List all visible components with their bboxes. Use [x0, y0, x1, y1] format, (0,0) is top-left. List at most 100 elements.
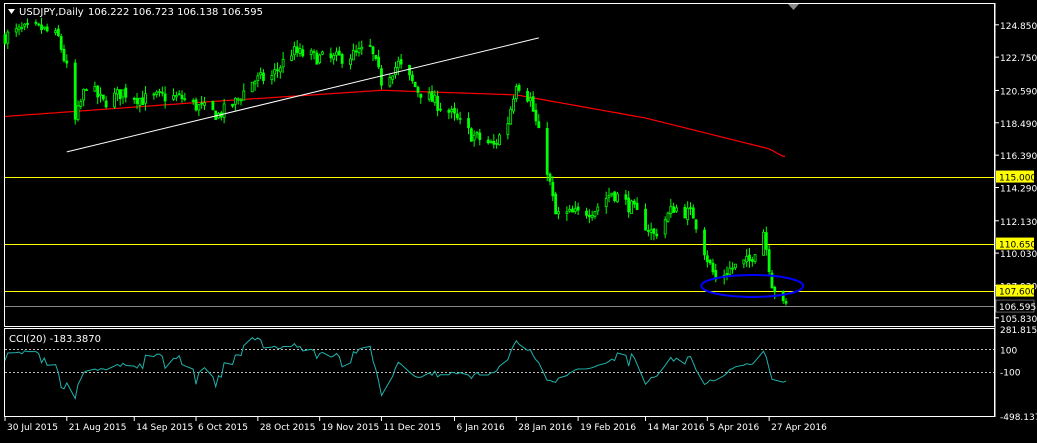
- date-tick-label: 6 Oct 2015: [198, 423, 248, 433]
- candle: [430, 85, 434, 102]
- candle: [99, 87, 102, 103]
- candle: [65, 54, 69, 68]
- candle: [259, 67, 263, 80]
- level-price-tag-label: 115.000: [999, 174, 1036, 184]
- chart-shift-marker-icon[interactable]: [788, 4, 799, 10]
- candle: [121, 89, 125, 104]
- candle: [467, 112, 470, 135]
- candle: [368, 38, 372, 48]
- symbol-menu-arrow-icon[interactable]: [8, 9, 15, 14]
- price-tick-label: 120.590: [1000, 87, 1037, 97]
- candle: [526, 88, 529, 103]
- candle: [138, 97, 142, 113]
- candle: [616, 191, 619, 203]
- candle: [93, 81, 97, 93]
- candle: [646, 224, 650, 237]
- candle: [708, 258, 712, 266]
- candle: [745, 249, 749, 267]
- candle: [666, 211, 670, 223]
- candle: [394, 61, 397, 79]
- price-tick-label: 112.130: [1000, 218, 1037, 228]
- candle: [762, 229, 765, 256]
- candle: [96, 85, 100, 105]
- price-tick-label: 105.830: [1000, 315, 1037, 325]
- candle: [144, 86, 147, 111]
- date-tick-label: 19 Nov 2015: [322, 423, 380, 433]
- candle: [753, 254, 757, 264]
- candle: [197, 104, 201, 117]
- candle: [222, 98, 226, 124]
- candle: [253, 79, 257, 91]
- current-price-tag-label: 106.595: [999, 303, 1036, 313]
- candle: [174, 91, 178, 102]
- candle: [439, 102, 442, 112]
- price-pane-frame: [4, 3, 995, 327]
- candle: [742, 259, 746, 269]
- candle: [557, 206, 560, 220]
- metatrader-chart-window[interactable]: 124.850 122.750 120.590 118.490 116.390 114.2…: [0, 0, 1037, 439]
- candle: [399, 54, 403, 69]
- candle: [517, 83, 521, 93]
- date-tick-label: 28 Jan 2016: [518, 423, 572, 433]
- candle: [672, 202, 676, 213]
- candle: [649, 222, 653, 241]
- support-ellipse[interactable]: [700, 273, 805, 298]
- level-price-tag-label: 110.650: [999, 241, 1036, 251]
- candle: [329, 47, 333, 63]
- level-price-tag-label: 107.600: [999, 288, 1036, 298]
- candle: [773, 285, 777, 300]
- candle: [262, 69, 265, 85]
- candle: [273, 63, 277, 82]
- candle: [413, 81, 417, 88]
- candle: [360, 40, 364, 55]
- candle: [20, 22, 24, 33]
- horizontal-levels-layer: [5, 177, 994, 307]
- ellipse-annotation-layer[interactable]: [700, 273, 805, 298]
- candle: [585, 207, 588, 219]
- candle: [568, 204, 572, 213]
- price-tick-label: 118.490: [1000, 120, 1037, 130]
- candle: [315, 49, 319, 65]
- price-tick-label: 122.750: [1000, 54, 1037, 64]
- candle: [770, 269, 774, 289]
- candle: [290, 49, 293, 62]
- candle: [436, 90, 440, 117]
- candle: [242, 83, 246, 101]
- candle: [731, 262, 735, 275]
- candle: [416, 85, 420, 98]
- candle: [691, 204, 695, 219]
- cci-tick-label: -498.1371: [1000, 413, 1037, 423]
- candle: [256, 72, 260, 88]
- cci-line: [4, 337, 787, 400]
- candle: [509, 106, 513, 125]
- candle: [351, 43, 355, 61]
- candle: [183, 92, 187, 102]
- candle: [750, 256, 754, 267]
- candle: [26, 18, 29, 29]
- date-tick-label: 27 Apr 2016: [771, 423, 827, 433]
- candle: [548, 172, 552, 186]
- candle: [281, 52, 285, 73]
- candle: [318, 53, 322, 65]
- candle: [276, 62, 279, 78]
- price-tick-label: 114.290: [1000, 184, 1037, 194]
- candle: [73, 59, 77, 125]
- candle: [506, 116, 510, 140]
- candle: [17, 23, 21, 36]
- axis-labels-layer: 124.850 122.750 120.590 118.490 116.390 114.2…: [4, 22, 1037, 433]
- candle: [236, 97, 240, 105]
- cci-tick-label: 100: [1000, 346, 1017, 356]
- candle: [694, 219, 698, 233]
- candle: [180, 90, 184, 103]
- candle: [337, 46, 341, 56]
- candle: [781, 290, 785, 304]
- candle: [6, 29, 10, 49]
- candle: [512, 95, 515, 114]
- chart-canvas[interactable]: 124.850 122.750 120.590 118.490 116.390 114.2…: [0, 0, 1037, 439]
- date-tick-label: 14 Sep 2015: [136, 423, 193, 433]
- candle: [472, 130, 476, 147]
- candle: [388, 73, 392, 88]
- candle: [534, 103, 538, 126]
- candle: [683, 204, 687, 219]
- candle: [321, 50, 324, 56]
